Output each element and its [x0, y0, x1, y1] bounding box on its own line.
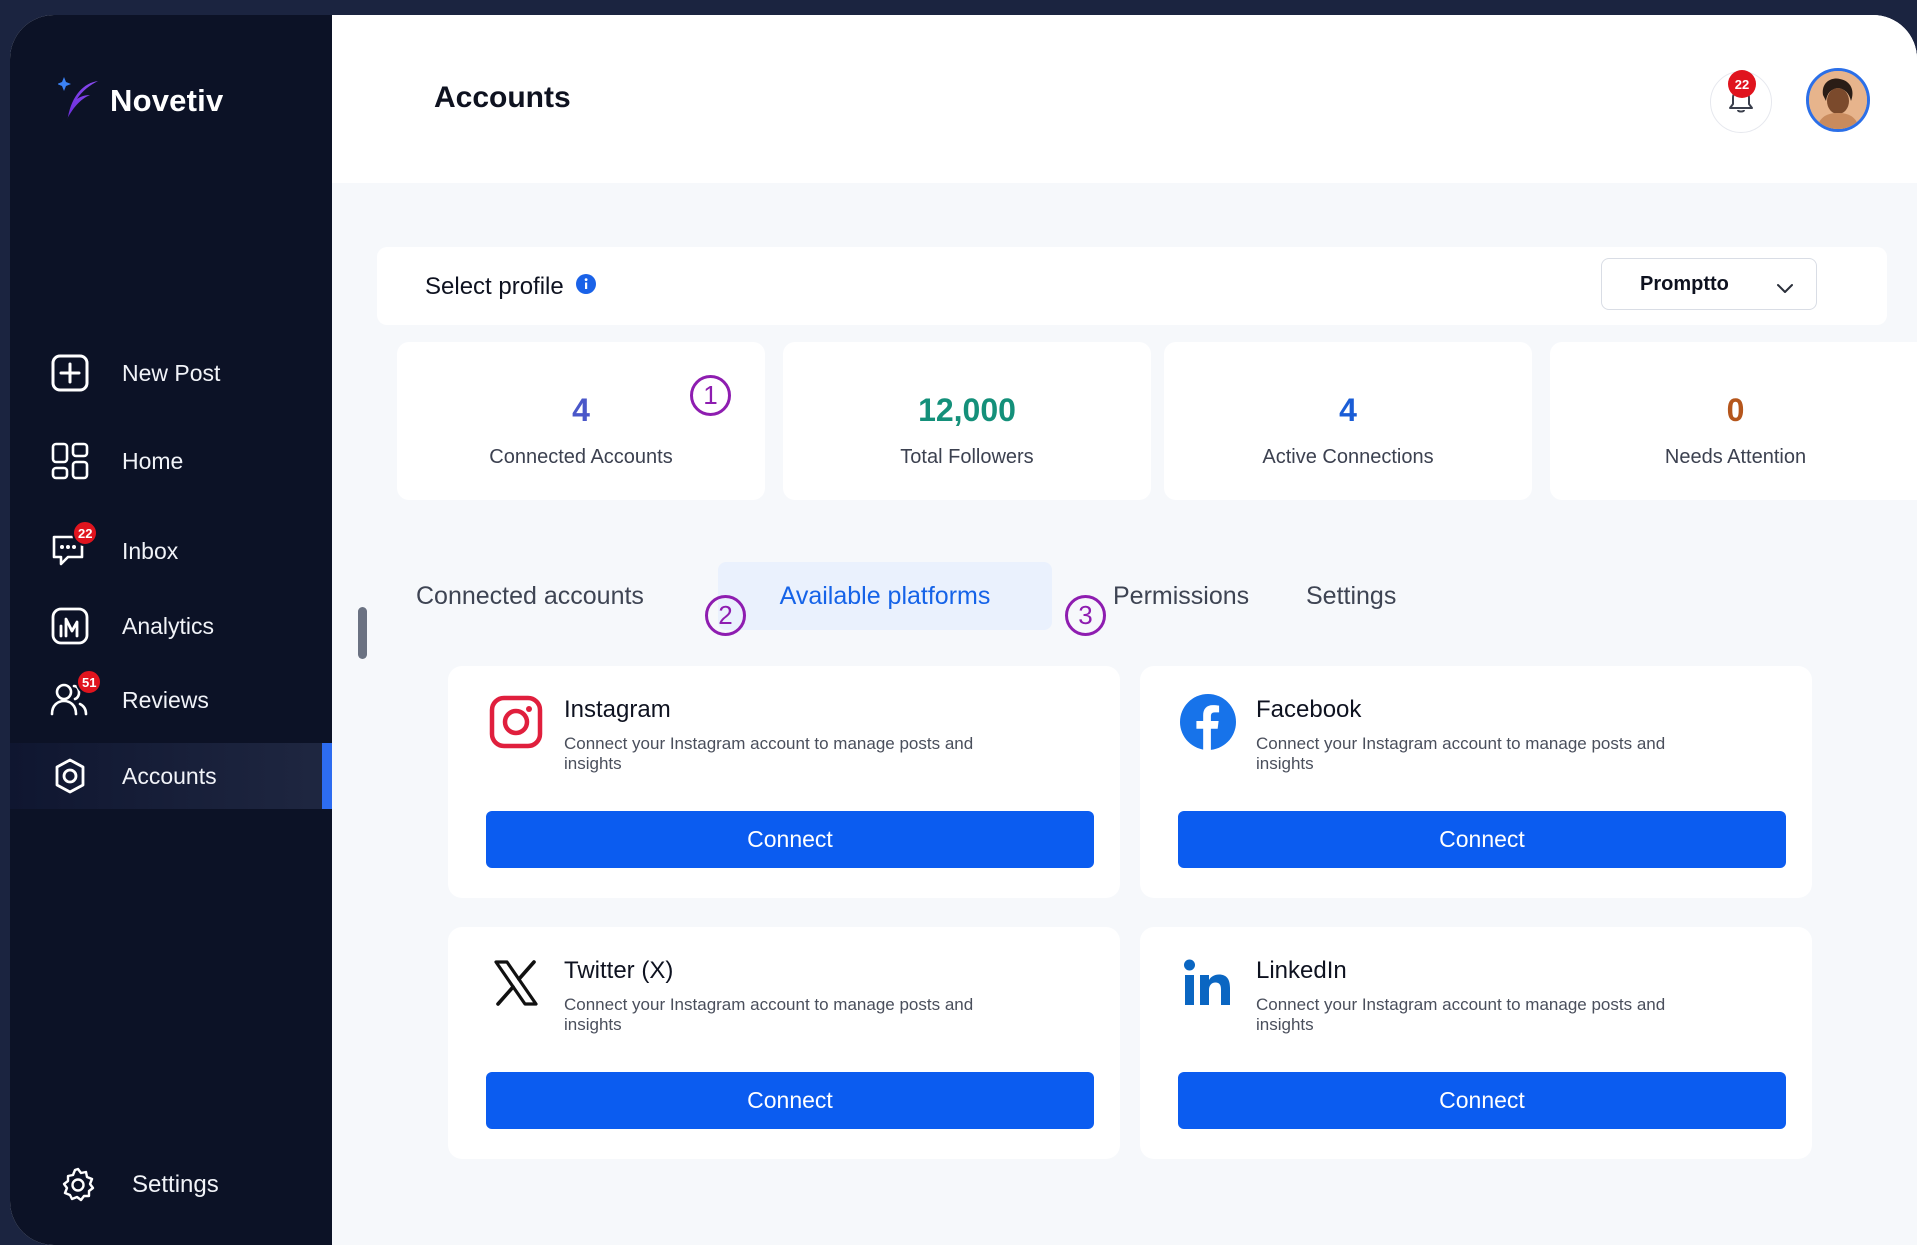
stat-label: Active Connections	[1262, 446, 1434, 468]
stat-card-connected-accounts: 4 Connected Accounts	[397, 342, 765, 500]
stat-value: 4	[1339, 392, 1357, 428]
stat-label: Needs Attention	[1664, 446, 1807, 468]
app-name: Novetiv	[110, 82, 224, 118]
stat-card-active-connections: 4 Active Connections	[1164, 342, 1532, 500]
connect-facebook-button[interactable]: Connect	[1178, 811, 1786, 868]
app-window: Novetiv New Post Home 22 Inbox Analytics…	[10, 15, 1917, 1245]
stat-label: Connected Accounts	[489, 446, 673, 468]
sidebar-item-new-post[interactable]: New Post	[10, 340, 332, 406]
reviews-badge: 51	[76, 669, 103, 695]
grid-icon	[50, 441, 90, 481]
tab-connected-accounts[interactable]: Connected accounts	[416, 562, 644, 630]
notification-count-badge: 22	[1728, 70, 1756, 98]
platform-description: Connect your Instagram account to manage…	[1256, 995, 1666, 1034]
stat-label: Total Followers	[900, 446, 1034, 468]
inbox-badge: 22	[72, 520, 99, 546]
connect-instagram-button[interactable]: Connect	[486, 811, 1094, 868]
sidebar-settings-label: Settings	[132, 1171, 219, 1198]
platform-name: Twitter (X)	[564, 957, 674, 984]
platform-card-linkedin: LinkedIn Connect your Instagram account …	[1140, 927, 1812, 1159]
logo[interactable]: Novetiv	[57, 73, 224, 128]
info-icon[interactable]	[575, 273, 596, 301]
top-bar: Accounts 22	[332, 15, 1917, 183]
sidebar-item-label: New Post	[122, 359, 221, 386]
sidebar-item-label: Analytics	[122, 612, 215, 639]
step-marker-3: 3	[1065, 595, 1106, 636]
platform-name: LinkedIn	[1256, 957, 1347, 984]
profile-dropdown-value: Promptto	[1640, 272, 1729, 295]
platform-description: Connect your Instagram account to manage…	[1256, 734, 1666, 773]
sidebar-item-label: Inbox	[122, 537, 179, 564]
tab-settings[interactable]: Settings	[1306, 562, 1396, 630]
tab-available-platforms[interactable]: Available platforms	[718, 562, 1052, 630]
plus-square-icon	[50, 353, 90, 393]
step-marker-1: 1	[690, 375, 731, 416]
feather-logo-icon	[57, 73, 100, 128]
instagram-icon	[488, 694, 544, 750]
select-profile-label: Select profile	[425, 273, 596, 301]
profile-dropdown[interactable]: Promptto	[1601, 258, 1817, 310]
connect-twitter-button[interactable]: Connect	[486, 1072, 1094, 1129]
platform-card-instagram: Instagram Connect your Instagram account…	[448, 666, 1120, 898]
select-profile-text: Select profile	[425, 273, 564, 300]
sidebar-item-label: Home	[122, 447, 184, 474]
chart-icon	[50, 606, 90, 646]
main-content: Accounts 22 Select profile Promptto 4 Co…	[332, 15, 1917, 1245]
tab-permissions[interactable]: Permissions	[1113, 562, 1249, 630]
sidebar-item-reviews[interactable]: 51 Reviews	[10, 667, 332, 733]
x-twitter-icon	[488, 955, 544, 1011]
scrollbar-handle[interactable]	[358, 607, 367, 659]
platform-card-facebook: Facebook Connect your Instagram account …	[1140, 666, 1812, 898]
sidebar-item-analytics[interactable]: Analytics	[10, 593, 332, 659]
sidebar-item-inbox[interactable]: 22 Inbox	[10, 518, 332, 584]
step-marker-2: 2	[705, 595, 746, 636]
connect-linkedin-button[interactable]: Connect	[1178, 1072, 1786, 1129]
stat-value: 12,000	[918, 392, 1016, 428]
sidebar-item-label: Accounts	[122, 762, 217, 789]
sidebar-item-home[interactable]: Home	[10, 428, 332, 494]
avatar[interactable]	[1806, 68, 1870, 132]
platform-name: Facebook	[1256, 696, 1362, 723]
platform-card-twitter: Twitter (X) Connect your Instagram accou…	[448, 927, 1120, 1159]
platform-description: Connect your Instagram account to manage…	[564, 995, 974, 1034]
profile-selector-bar: Select profile Promptto	[377, 247, 1887, 325]
platform-description: Connect your Instagram account to manage…	[564, 734, 974, 773]
sidebar-item-label: Reviews	[122, 686, 209, 713]
facebook-icon	[1180, 694, 1236, 750]
stat-card-needs-attention: 0 Needs Attention	[1550, 342, 1917, 500]
sidebar-item-accounts[interactable]: Accounts	[10, 743, 332, 809]
stat-value: 0	[1726, 392, 1745, 428]
platform-name: Instagram	[564, 696, 671, 723]
chevron-down-icon	[1776, 277, 1794, 300]
page-title: Accounts	[434, 81, 571, 114]
sidebar: Novetiv New Post Home 22 Inbox Analytics…	[10, 15, 332, 1245]
linkedin-icon	[1180, 955, 1236, 1011]
settings-gear-icon	[60, 1167, 96, 1208]
stat-card-total-followers: 12,000 Total Followers	[783, 342, 1151, 500]
sidebar-item-settings[interactable]: Settings	[10, 1155, 332, 1215]
gear-icon	[50, 756, 90, 796]
